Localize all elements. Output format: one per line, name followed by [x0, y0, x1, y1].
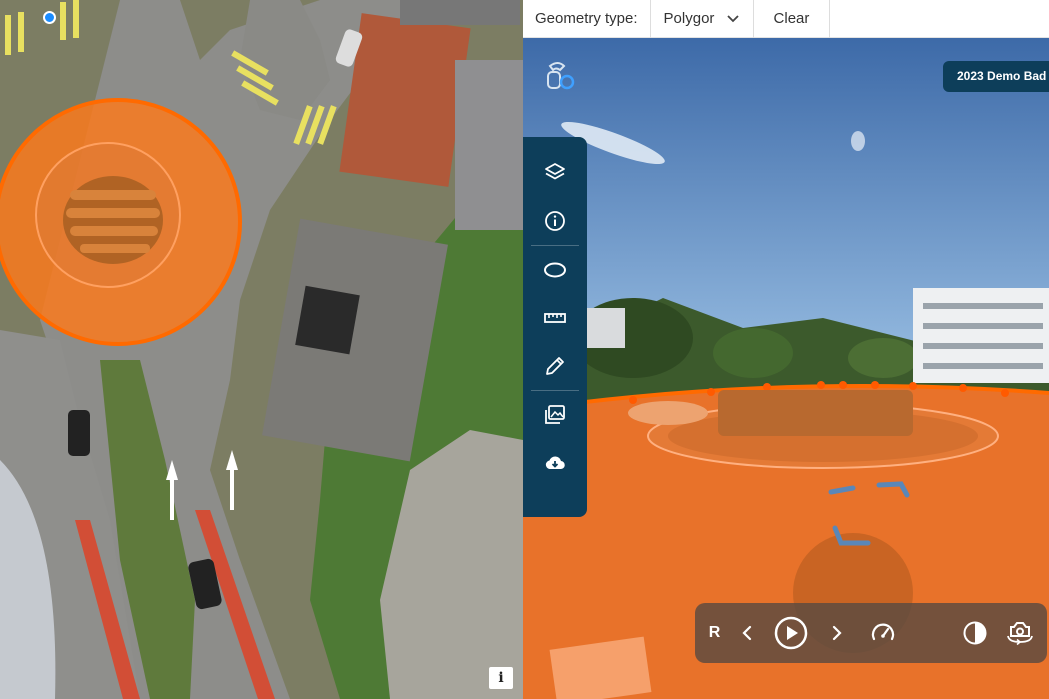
play-button[interactable]: [774, 603, 808, 663]
viewer-sidebar: [523, 137, 587, 517]
map-imagery: [0, 0, 523, 699]
ruler-icon: [544, 313, 566, 323]
map-info-button[interactable]: i: [489, 667, 513, 689]
next-button[interactable]: [830, 603, 844, 663]
project-badge[interactable]: 2023 Demo Bad: [943, 61, 1049, 92]
sidebar-group-measure: [531, 246, 579, 391]
rotate-view-button[interactable]: [1005, 603, 1035, 663]
sidebar-group-general: [531, 149, 579, 246]
sidebar-item-draw[interactable]: [531, 342, 579, 390]
pencil-icon: [546, 357, 564, 375]
chevron-down-icon: [726, 11, 739, 26]
play-icon: [774, 616, 808, 650]
speedometer-icon: [871, 623, 895, 641]
geometry-toolbar: Geometry type: Polygor Clear: [523, 0, 1049, 38]
geometry-type-value: Polygor: [663, 10, 715, 27]
playback-bar: R: [695, 603, 1047, 663]
clear-button[interactable]: Clear: [754, 0, 831, 38]
ellipse-icon: [544, 262, 566, 278]
aerial-map[interactable]: i: [0, 0, 523, 699]
contrast-button[interactable]: [962, 603, 988, 663]
rotate-view-icon: [1007, 622, 1033, 646]
info-icon: [545, 211, 565, 231]
previous-button[interactable]: [740, 603, 754, 663]
sidebar-item-info[interactable]: [531, 197, 579, 245]
speed-button[interactable]: [870, 603, 896, 663]
sidebar-item-ellipse[interactable]: [531, 246, 579, 294]
panorama-imagery: [523, 38, 1049, 699]
chevron-right-icon: [832, 625, 842, 641]
app-logo: [540, 58, 578, 96]
location-marker[interactable]: [43, 11, 56, 24]
geometry-type-select[interactable]: Polygor: [651, 0, 754, 38]
geometry-type-label: Geometry type:: [523, 0, 651, 38]
reset-button[interactable]: R: [707, 603, 722, 663]
sidebar-item-gallery[interactable]: [531, 391, 579, 439]
gallery-icon: [545, 405, 565, 424]
contrast-icon: [963, 621, 987, 645]
sidebar-item-ruler[interactable]: [531, 294, 579, 342]
layers-icon: [545, 163, 565, 180]
sidebar-group-export: [531, 391, 579, 487]
street-view-panorama[interactable]: [523, 38, 1049, 699]
sidebar-item-download[interactable]: [531, 439, 579, 487]
chevron-left-icon: [742, 625, 752, 641]
sidebar-item-layers[interactable]: [531, 149, 579, 197]
cloud-download-icon: [545, 456, 565, 470]
